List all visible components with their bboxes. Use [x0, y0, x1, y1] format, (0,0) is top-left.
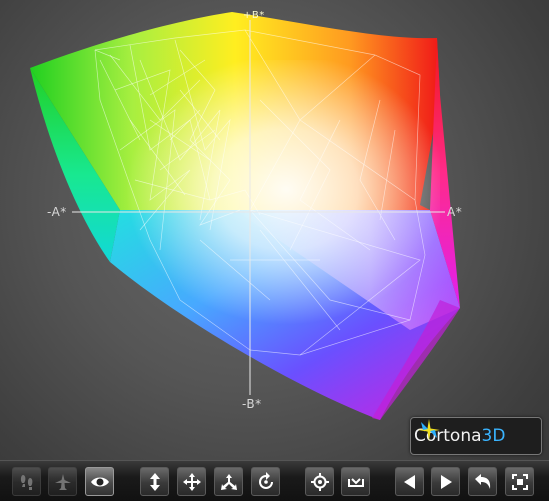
restore-button[interactable] [468, 467, 497, 496]
pan-button[interactable] [177, 467, 206, 496]
crosshair-icon [310, 472, 329, 491]
walk-button[interactable] [12, 467, 41, 496]
four-way-arrows-icon [182, 472, 201, 491]
fly-button[interactable] [48, 467, 77, 496]
vertical-arrows-icon [149, 472, 160, 491]
color-gamut-scene[interactable] [0, 0, 549, 460]
3d-viewport[interactable]: -A* A* -B* +B* Cortona3D [0, 0, 549, 460]
footprints-icon [20, 474, 32, 490]
tilt-arrows-icon [220, 473, 237, 490]
triangle-left-icon [403, 474, 415, 489]
undo-arrow-icon [474, 473, 490, 489]
logo-brand-accent: 3D [481, 426, 506, 446]
plane-icon [54, 473, 71, 490]
previous-viewpoint-button[interactable] [395, 467, 424, 496]
cortona-star-icon [418, 419, 440, 441]
b-positive-axis-label: +B* [243, 10, 265, 21]
goto-button[interactable] [305, 467, 334, 496]
study-button[interactable] [85, 467, 114, 496]
fit-button[interactable] [505, 467, 534, 496]
rotate-icon [258, 471, 273, 489]
b-negative-axis-label: -B* [242, 397, 262, 411]
tilt-button[interactable] [214, 467, 243, 496]
a-positive-axis-label: A* [447, 205, 463, 219]
eye-icon [90, 477, 109, 486]
triangle-right-icon [440, 474, 452, 489]
a-negative-axis-label: -A* [47, 205, 67, 219]
fit-frame-icon [511, 473, 528, 490]
align-button[interactable] [341, 467, 370, 496]
rotate-button[interactable] [251, 467, 280, 496]
navigation-toolbar [0, 460, 549, 501]
cortona3d-logo: Cortona3D [410, 417, 542, 455]
slide-button[interactable] [140, 467, 169, 496]
next-viewpoint-button[interactable] [431, 467, 460, 496]
align-bracket-icon [347, 477, 364, 487]
